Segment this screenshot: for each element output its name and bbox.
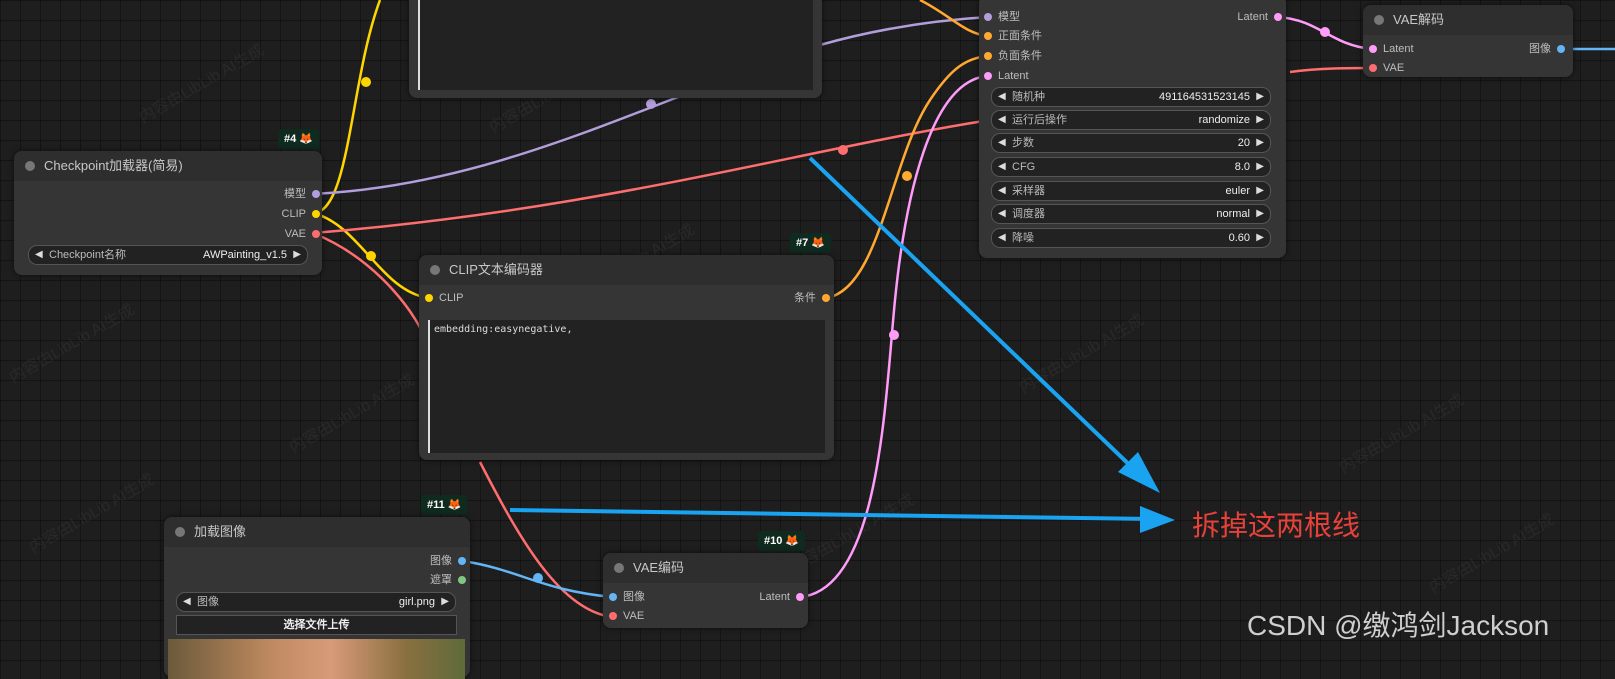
- cfg-widget[interactable]: ◀ CFG 8.0 ▶: [991, 157, 1271, 177]
- watermark: 内容由LibLib AI生成: [1336, 391, 1468, 477]
- increment-icon[interactable]: ▶: [293, 246, 301, 264]
- scheduler-widget[interactable]: ◀ 调度器 normal ▶: [991, 204, 1271, 224]
- wire-midpoint: [646, 99, 656, 109]
- watermark: 内容由LibLib AI生成: [1016, 311, 1148, 397]
- input-latent[interactable]: Latent: [984, 69, 1029, 83]
- output-clip[interactable]: CLIP: [282, 207, 320, 221]
- node-title[interactable]: VAE解码: [1363, 5, 1573, 35]
- output-model[interactable]: 模型: [284, 187, 320, 201]
- checkpoint-loader-node[interactable]: Checkpoint加载器(简易) 模型 CLIP VAE ◀ Checkpoi…: [14, 151, 322, 275]
- decrement-icon[interactable]: ◀: [35, 246, 43, 264]
- wire-midpoint: [533, 573, 543, 583]
- wire-midpoint: [889, 330, 899, 340]
- watermark: 内容由LibLib AI生成: [1426, 511, 1558, 597]
- output-mask[interactable]: 遮罩: [430, 573, 466, 587]
- wire-midpoint: [361, 77, 371, 87]
- watermark: 内容由LibLib AI生成: [26, 471, 158, 557]
- wire-latent-decode: [1277, 15, 1373, 51]
- prompt-textarea[interactable]: embedding:easynegative,: [428, 320, 825, 453]
- watermark: 内容由LibLib AI生成: [286, 371, 418, 457]
- steps-widget[interactable]: ◀ 步数 20 ▶: [991, 133, 1271, 153]
- wire-conditioning-negative: [825, 54, 989, 300]
- input-negative[interactable]: 负面条件: [984, 49, 1042, 63]
- positive-prompt-textarea[interactable]: [418, 0, 813, 90]
- watermark: 内容由LibLib AI生成: [136, 41, 268, 127]
- image-preview: [168, 639, 465, 679]
- input-latent[interactable]: Latent: [1369, 42, 1414, 56]
- node-title[interactable]: VAE编码: [603, 553, 808, 583]
- wire-midpoint: [1320, 27, 1330, 37]
- annotation-arrowhead: [1140, 506, 1175, 533]
- positive-prompt-node[interactable]: [409, 0, 822, 98]
- node-id-badge: #4 🦊: [278, 129, 319, 149]
- ksampler-node[interactable]: 模型 正面条件 负面条件 Latent Latent ◀ 随机种 491164531…: [979, 0, 1286, 258]
- output-vae[interactable]: VAE: [285, 227, 320, 241]
- input-image[interactable]: 图像: [609, 590, 645, 604]
- checkpoint-name-combo[interactable]: ◀ Checkpoint名称 AWPainting_v1.5 ▶: [28, 245, 308, 265]
- control-after-generate-widget[interactable]: ◀ 运行后操作 randomize ▶: [991, 110, 1271, 130]
- input-clip[interactable]: CLIP: [425, 291, 463, 305]
- vae-encode-node[interactable]: VAE编码 图像 VAE Latent: [603, 553, 808, 628]
- watermark: 内容由LibLib AI生成: [6, 301, 138, 387]
- node-title[interactable]: Checkpoint加载器(简易): [14, 151, 322, 181]
- input-positive[interactable]: 正面条件: [984, 29, 1042, 43]
- wire-midpoint: [902, 171, 912, 181]
- wire-image: [462, 559, 613, 599]
- input-vae[interactable]: VAE: [1369, 61, 1404, 75]
- output-latent[interactable]: Latent: [1237, 10, 1282, 24]
- wire-midpoint: [838, 145, 848, 155]
- node-id-badge: #10 🦊: [758, 531, 806, 551]
- output-image[interactable]: 图像: [430, 554, 466, 568]
- upload-button[interactable]: 选择文件上传: [176, 615, 457, 635]
- input-model[interactable]: 模型: [984, 10, 1020, 24]
- clip-text-encoder-node[interactable]: CLIP文本编码器 CLIP 条件 embedding:easynegative…: [419, 255, 834, 460]
- input-vae[interactable]: VAE: [609, 609, 644, 623]
- wire-midpoint: [366, 251, 376, 261]
- output-latent[interactable]: Latent: [759, 590, 804, 604]
- seed-widget[interactable]: ◀ 随机种 491164531523145 ▶: [991, 87, 1271, 107]
- credit-watermark: CSDN @缴鸿剑Jackson: [1247, 610, 1550, 641]
- node-title[interactable]: 加载图像: [164, 517, 470, 547]
- wire-clip-to-encoder: [312, 211, 429, 300]
- node-id-badge: #7 🦊: [790, 233, 831, 253]
- node-id-badge: #11 🦊: [421, 495, 468, 515]
- vae-decode-node[interactable]: VAE解码 Latent VAE 图像: [1363, 5, 1573, 77]
- node-title[interactable]: CLIP文本编码器: [419, 255, 834, 285]
- annotation-text: 拆掉这两根线: [1192, 510, 1361, 541]
- output-conditioning[interactable]: 条件: [794, 291, 830, 305]
- wire-conditioning-positive: [919, 0, 989, 38]
- output-image[interactable]: 图像: [1529, 42, 1565, 56]
- denoise-widget[interactable]: ◀ 降噪 0.60 ▶: [991, 228, 1271, 248]
- annotation-arrowhead: [1118, 452, 1160, 493]
- image-combo[interactable]: ◀ 图像 girl.png ▶: [176, 592, 456, 612]
- wire-clip-upper: [312, 0, 382, 215]
- sampler-widget[interactable]: ◀ 采样器 euler ▶: [991, 181, 1271, 201]
- annotation-arrow: [509, 508, 1151, 521]
